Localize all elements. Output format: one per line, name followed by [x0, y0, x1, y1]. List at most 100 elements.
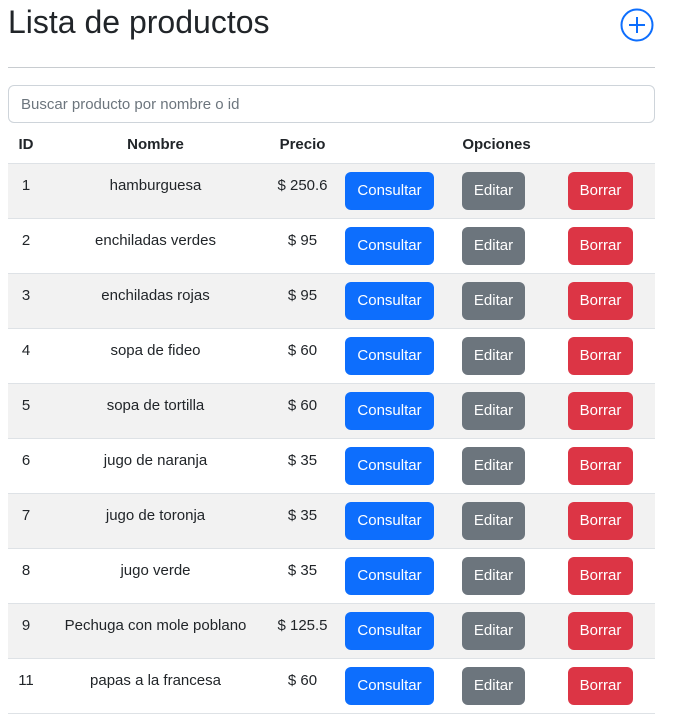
product-price: $ 60: [267, 383, 338, 439]
product-id: 11: [8, 658, 44, 714]
editar-button[interactable]: Editar: [461, 612, 526, 650]
product-price: $ 125.5: [267, 603, 338, 659]
product-name: jugo verde: [44, 548, 267, 604]
consultar-button[interactable]: Consultar: [345, 282, 434, 320]
column-header-options: Opciones: [338, 125, 656, 164]
table-row: 6 jugo de naranja $ 35 Consultar Editar Borra…: [8, 438, 656, 494]
table-row: 5 sopa de tortilla $ 60 Consultar Editar Borr…: [8, 383, 656, 439]
view-cell: Consultar: [338, 273, 441, 329]
delete-cell: Borrar: [546, 218, 656, 274]
consultar-button[interactable]: Consultar: [345, 502, 434, 540]
view-cell: Consultar: [338, 218, 441, 274]
edit-cell: Editar: [441, 383, 546, 439]
product-id: 7: [8, 493, 44, 549]
product-price: $ 95: [267, 218, 338, 274]
editar-button[interactable]: Editar: [461, 667, 526, 705]
product-name: jugo de naranja: [44, 438, 267, 494]
borrar-button[interactable]: Borrar: [567, 392, 634, 430]
search-input[interactable]: [8, 85, 655, 123]
product-price: $ 35: [267, 493, 338, 549]
table-row: 3 enchiladas rojas $ 95 Consultar Editar Borr…: [8, 273, 656, 329]
delete-cell: Borrar: [546, 548, 656, 604]
view-cell: Consultar: [338, 548, 441, 604]
product-name: jugo de toronja: [44, 493, 267, 549]
plus-circle-icon: [620, 8, 654, 42]
borrar-button[interactable]: Borrar: [567, 227, 634, 265]
product-name: papas a la francesa: [44, 658, 267, 714]
table-row: 2 enchiladas verdes $ 95 Consultar Editar Bor…: [8, 218, 656, 274]
consultar-button[interactable]: Consultar: [345, 667, 434, 705]
editar-button[interactable]: Editar: [461, 557, 526, 595]
delete-cell: Borrar: [546, 603, 656, 659]
product-name: sopa de fideo: [44, 328, 267, 384]
product-id: 4: [8, 328, 44, 384]
products-table: ID Nombre Precio Opciones 1 hamburguesa $ …: [8, 125, 656, 714]
editar-button[interactable]: Editar: [461, 392, 526, 430]
column-header-id: ID: [8, 125, 44, 164]
borrar-button[interactable]: Borrar: [567, 612, 634, 650]
table-row: 1 hamburguesa $ 250.6 Consultar Editar Borrar: [8, 163, 656, 219]
delete-cell: Borrar: [546, 383, 656, 439]
delete-cell: Borrar: [546, 438, 656, 494]
product-price: $ 95: [267, 273, 338, 329]
product-id: 3: [8, 273, 44, 329]
consultar-button[interactable]: Consultar: [345, 612, 434, 650]
consultar-button[interactable]: Consultar: [345, 392, 434, 430]
borrar-button[interactable]: Borrar: [567, 337, 634, 375]
product-id: 5: [8, 383, 44, 439]
edit-cell: Editar: [441, 658, 546, 714]
edit-cell: Editar: [441, 163, 546, 219]
table-row: 8 jugo verde $ 35 Consultar Editar Borrar: [8, 548, 656, 604]
consultar-button[interactable]: Consultar: [345, 172, 434, 210]
editar-button[interactable]: Editar: [461, 502, 526, 540]
borrar-button[interactable]: Borrar: [567, 172, 634, 210]
editar-button[interactable]: Editar: [461, 337, 526, 375]
header-divider: [8, 67, 655, 68]
delete-cell: Borrar: [546, 328, 656, 384]
edit-cell: Editar: [441, 273, 546, 329]
product-name: enchiladas rojas: [44, 273, 267, 329]
table-row: 7 jugo de toronja $ 35 Consultar Editar Borra…: [8, 493, 656, 549]
view-cell: Consultar: [338, 603, 441, 659]
consultar-button[interactable]: Consultar: [345, 337, 434, 375]
editar-button[interactable]: Editar: [461, 447, 526, 485]
borrar-button[interactable]: Borrar: [567, 667, 634, 705]
product-price: $ 35: [267, 548, 338, 604]
edit-cell: Editar: [441, 218, 546, 274]
consultar-button[interactable]: Consultar: [345, 447, 434, 485]
view-cell: Consultar: [338, 493, 441, 549]
table-row: 11 papas a la francesa $ 60 Consultar Editar…: [8, 658, 656, 714]
product-name: Pechuga con mole poblano: [44, 603, 267, 659]
delete-cell: Borrar: [546, 163, 656, 219]
product-price: $ 250.6: [267, 163, 338, 219]
view-cell: Consultar: [338, 658, 441, 714]
product-name: enchiladas verdes: [44, 218, 267, 274]
borrar-button[interactable]: Borrar: [567, 447, 634, 485]
view-cell: Consultar: [338, 383, 441, 439]
borrar-button[interactable]: Borrar: [567, 502, 634, 540]
editar-button[interactable]: Editar: [461, 282, 526, 320]
delete-cell: Borrar: [546, 493, 656, 549]
edit-cell: Editar: [441, 438, 546, 494]
edit-cell: Editar: [441, 603, 546, 659]
table-row: 9 Pechuga con mole poblano $ 125.5 Consulta…: [8, 603, 656, 659]
add-product-button[interactable]: [620, 8, 654, 42]
product-name: hamburguesa: [44, 163, 267, 219]
product-price: $ 60: [267, 658, 338, 714]
borrar-button[interactable]: Borrar: [567, 557, 634, 595]
product-id: 1: [8, 163, 44, 219]
product-name: sopa de tortilla: [44, 383, 267, 439]
consultar-button[interactable]: Consultar: [345, 557, 434, 595]
table-header-row: ID Nombre Precio Opciones: [8, 125, 656, 164]
product-id: 6: [8, 438, 44, 494]
view-cell: Consultar: [338, 438, 441, 494]
table-row: 4 sopa de fideo $ 60 Consultar Editar Borrar: [8, 328, 656, 384]
editar-button[interactable]: Editar: [461, 172, 526, 210]
borrar-button[interactable]: Borrar: [567, 282, 634, 320]
view-cell: Consultar: [338, 163, 441, 219]
column-header-price: Precio: [267, 125, 338, 164]
product-id: 8: [8, 548, 44, 604]
page-title: Lista de productos: [8, 4, 270, 40]
editar-button[interactable]: Editar: [461, 227, 526, 265]
consultar-button[interactable]: Consultar: [345, 227, 434, 265]
